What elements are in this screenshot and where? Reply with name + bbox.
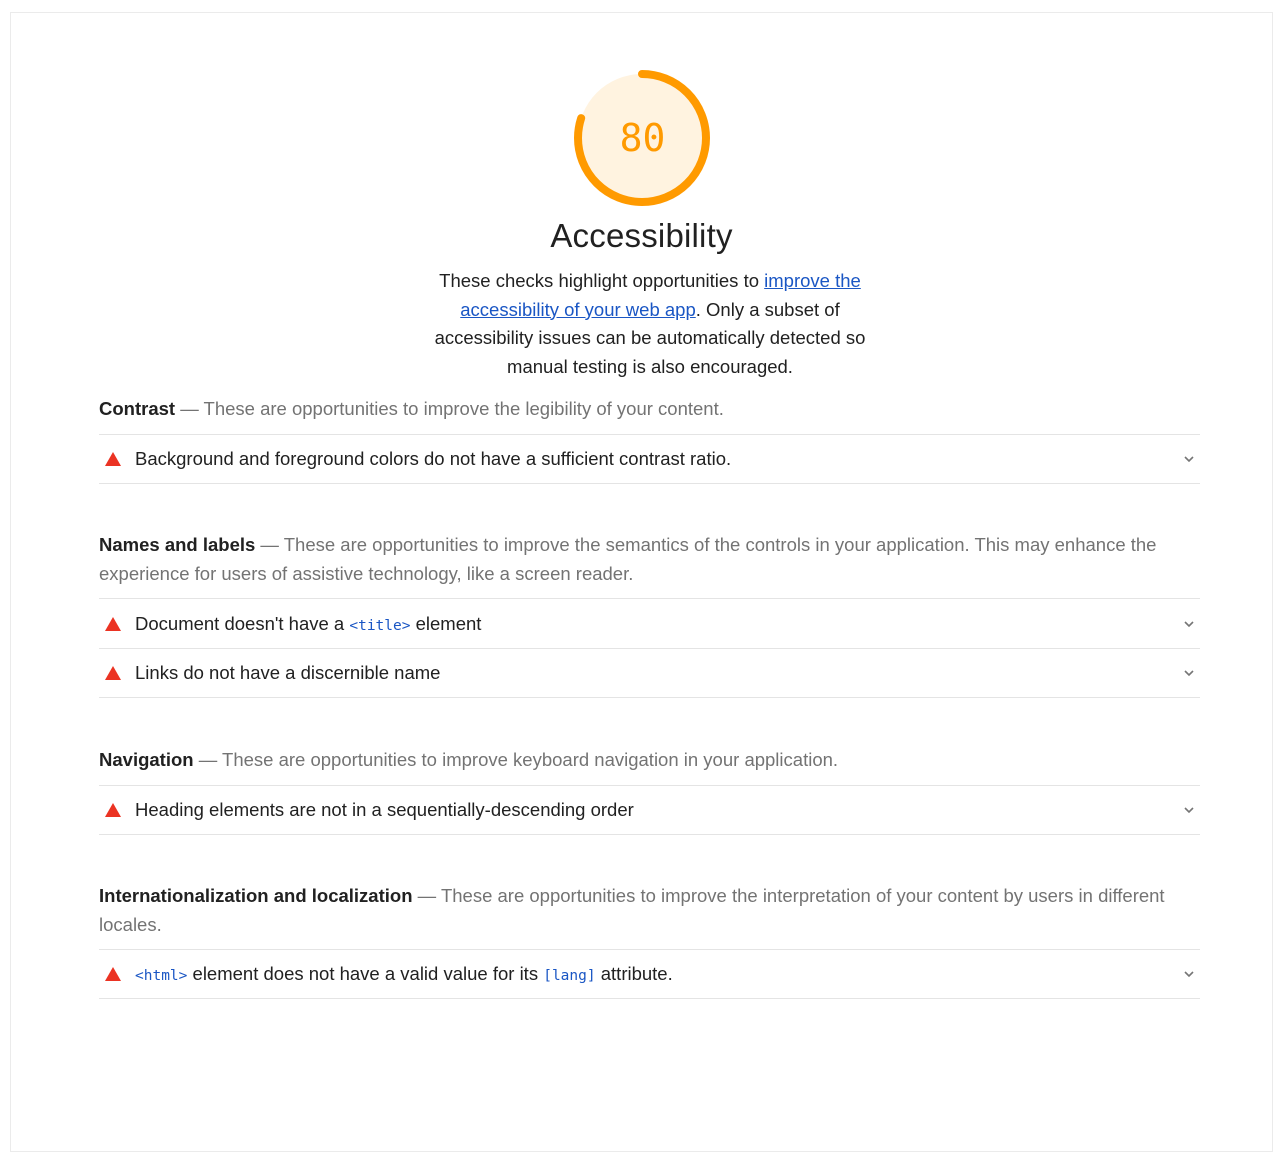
group-header: Navigation — These are opportunities to … xyxy=(99,746,1200,775)
group-navigation: Navigation — These are opportunities to … xyxy=(99,746,1200,835)
group-separator: — xyxy=(193,749,223,770)
fail-triangle-icon xyxy=(105,616,121,631)
audit-title: Heading elements are not in a sequential… xyxy=(135,798,634,820)
group-separator: — xyxy=(175,398,204,419)
chevron-down-icon[interactable] xyxy=(1182,619,1196,629)
description-prefix: These checks highlight opportunities to xyxy=(439,270,765,291)
group-header: Internationalization and localization — … xyxy=(99,882,1200,939)
audit-title-suffix: attribute. xyxy=(595,963,673,984)
group-i18n: Internationalization and localization — … xyxy=(99,882,1200,999)
audit-heading-order[interactable]: Heading elements are not in a sequential… xyxy=(99,784,1200,835)
audit-document-title[interactable]: Document doesn't have a <title> element xyxy=(99,598,1200,648)
audit-code: <html> xyxy=(135,968,188,984)
category-title: Accessibility xyxy=(550,217,733,254)
group-names-labels: Names and labels — These are opportuniti… xyxy=(99,531,1200,698)
group-separator: — xyxy=(255,534,284,555)
chevron-down-icon[interactable] xyxy=(1182,969,1196,979)
group-header: Contrast — These are opportunities to im… xyxy=(99,395,1200,424)
audit-html-lang-valid[interactable]: <html> element does not have a valid val… xyxy=(99,949,1200,999)
group-description: These are opportunities to improve keybo… xyxy=(222,749,839,770)
audit-title: Links do not have a discernible name xyxy=(135,662,441,683)
chevron-down-icon[interactable] xyxy=(1182,454,1196,464)
fail-triangle-icon xyxy=(105,802,121,817)
chevron-down-icon[interactable] xyxy=(1182,668,1196,678)
audit-title: Background and foreground colors do not … xyxy=(135,447,732,469)
score-value: 80 xyxy=(619,116,666,160)
chevron-down-icon[interactable] xyxy=(1182,805,1196,815)
audit-title-suffix: element xyxy=(410,612,482,634)
group-header: Names and labels — These are opportuniti… xyxy=(99,531,1200,588)
group-contrast: Contrast — These are opportunities to im… xyxy=(99,395,1200,484)
audit-link-name[interactable]: Links do not have a discernible name xyxy=(99,648,1200,698)
audit-title: <html> element does not have a valid val… xyxy=(135,963,1182,985)
audit-title: Document doesn't have a <title> element xyxy=(135,613,1182,635)
category-description: These checks highlight opportunities to … xyxy=(411,267,889,381)
audit-code-attr: [lang] xyxy=(543,968,596,984)
fail-triangle-icon xyxy=(105,666,121,680)
group-title: Internationalization and localization xyxy=(99,885,413,906)
fail-triangle-icon xyxy=(105,451,121,466)
group-title: Contrast xyxy=(99,398,176,419)
audit-title-prefix: Document doesn't have a xyxy=(135,612,350,634)
score-gauge-wrapper: 80 xyxy=(11,66,1272,210)
group-title: Names and labels xyxy=(99,534,256,555)
audit-color-contrast[interactable]: Background and foreground colors do not … xyxy=(99,433,1200,484)
group-title: Navigation xyxy=(99,749,194,770)
fail-triangle-icon xyxy=(105,967,121,981)
audit-code: <title> xyxy=(349,617,411,634)
group-description: These are opportunities to improve the l… xyxy=(203,398,724,419)
report-panel: 80 Accessibility These checks highlight … xyxy=(10,12,1273,1152)
score-gauge: 80 xyxy=(570,66,714,210)
group-separator: — xyxy=(412,885,441,906)
audit-title-middle: element does not have a valid value for … xyxy=(187,963,544,984)
